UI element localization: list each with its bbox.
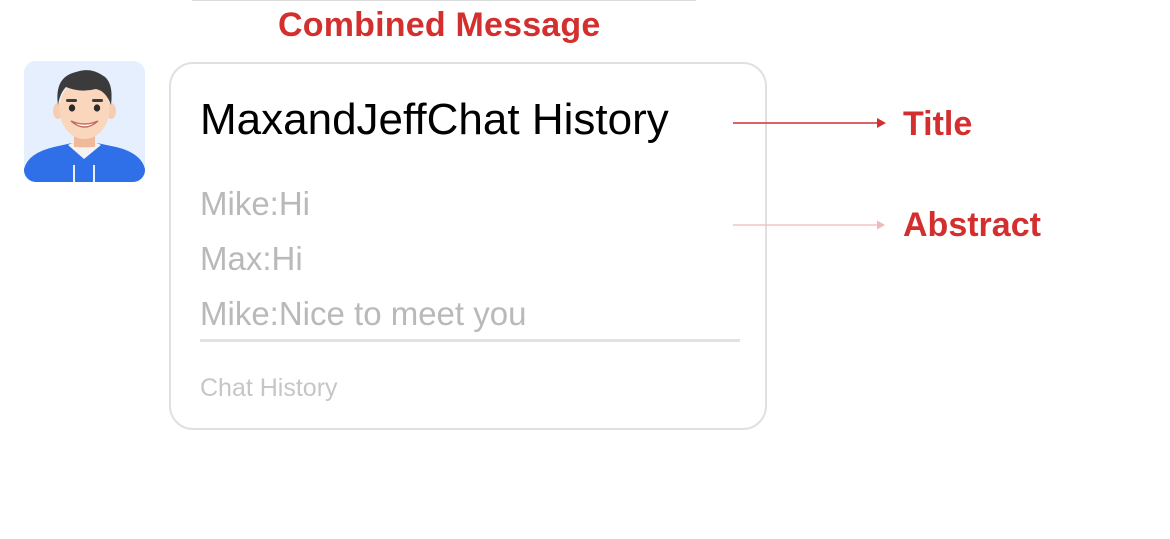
title-callout-label: Title [903,105,973,143]
abstract-callout-label: Abstract [903,206,1041,244]
combined-message-card[interactable]: MaxandJeffChat History Mike:Hi Max:Hi Mi… [169,62,767,430]
card-abstract: Mike:Hi Max:Hi Mike:Nice to meet you [200,176,526,341]
title-arrow [733,118,886,128]
card-title: MaxandJeffChat History [200,95,669,144]
abstract-line: Mike:Hi [200,185,311,222]
combined-message-diagram: Combined Message MaxandJeffChat History … [0,0,1170,539]
abstract-line: Max:Hi [200,240,303,277]
diagram-heading: Combined Message [278,6,601,44]
top-divider [192,0,696,1]
abstract-line: Mike:Nice to meet you [200,295,527,332]
user-avatar-icon[interactable] [24,61,145,182]
card-divider [200,339,740,342]
card-footer: Chat History [200,374,338,402]
abstract-arrow [733,220,885,230]
